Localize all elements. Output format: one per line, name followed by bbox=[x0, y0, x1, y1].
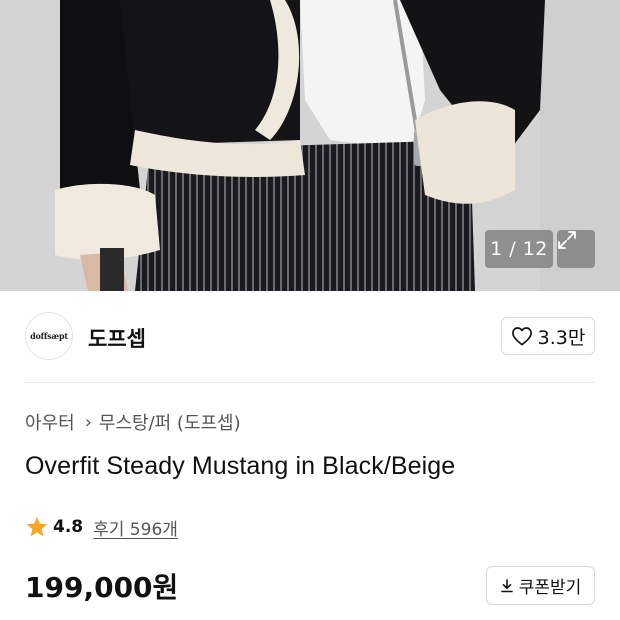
heart-outline-icon bbox=[511, 327, 532, 346]
breadcrumb-category[interactable]: 아우터 bbox=[25, 409, 75, 435]
review-count-link[interactable]: 후기 596개 bbox=[93, 515, 178, 540]
coupon-label: 쿠폰받기 bbox=[518, 578, 582, 598]
rating-value: 4.8 bbox=[53, 517, 84, 537]
divider bbox=[25, 382, 595, 383]
brand-name[interactable]: 도프셉 bbox=[88, 323, 146, 353]
like-button[interactable]: 3.3만 bbox=[501, 317, 595, 355]
star-icon bbox=[26, 516, 48, 537]
rating-row: 4.8 후기 596개 bbox=[25, 513, 178, 541]
expand-icon bbox=[558, 231, 576, 249]
product-image[interactable]: 1 / 12 bbox=[0, 0, 620, 291]
breadcrumb-subcategory[interactable]: 무스탕/퍼 (도프셉) bbox=[99, 409, 241, 435]
brand-logo[interactable]: doffsæpt bbox=[25, 312, 73, 360]
image-counter: 1 / 12 bbox=[485, 230, 553, 268]
coupon-button[interactable]: 쿠폰받기 bbox=[486, 566, 595, 605]
brand-row: doffsæpt 도프셉 3.3만 bbox=[25, 311, 595, 363]
like-count: 3.3만 bbox=[537, 326, 586, 349]
product-title: Overfit Steady Mustang in Black/Beige bbox=[25, 452, 456, 480]
breadcrumb: 아우터 › 무스탕/퍼 (도프셉) bbox=[25, 409, 241, 435]
chevron-right-icon: › bbox=[84, 411, 92, 433]
download-icon bbox=[500, 578, 513, 592]
product-price: 199,000원 bbox=[25, 571, 179, 604]
expand-image-button[interactable] bbox=[557, 230, 595, 268]
